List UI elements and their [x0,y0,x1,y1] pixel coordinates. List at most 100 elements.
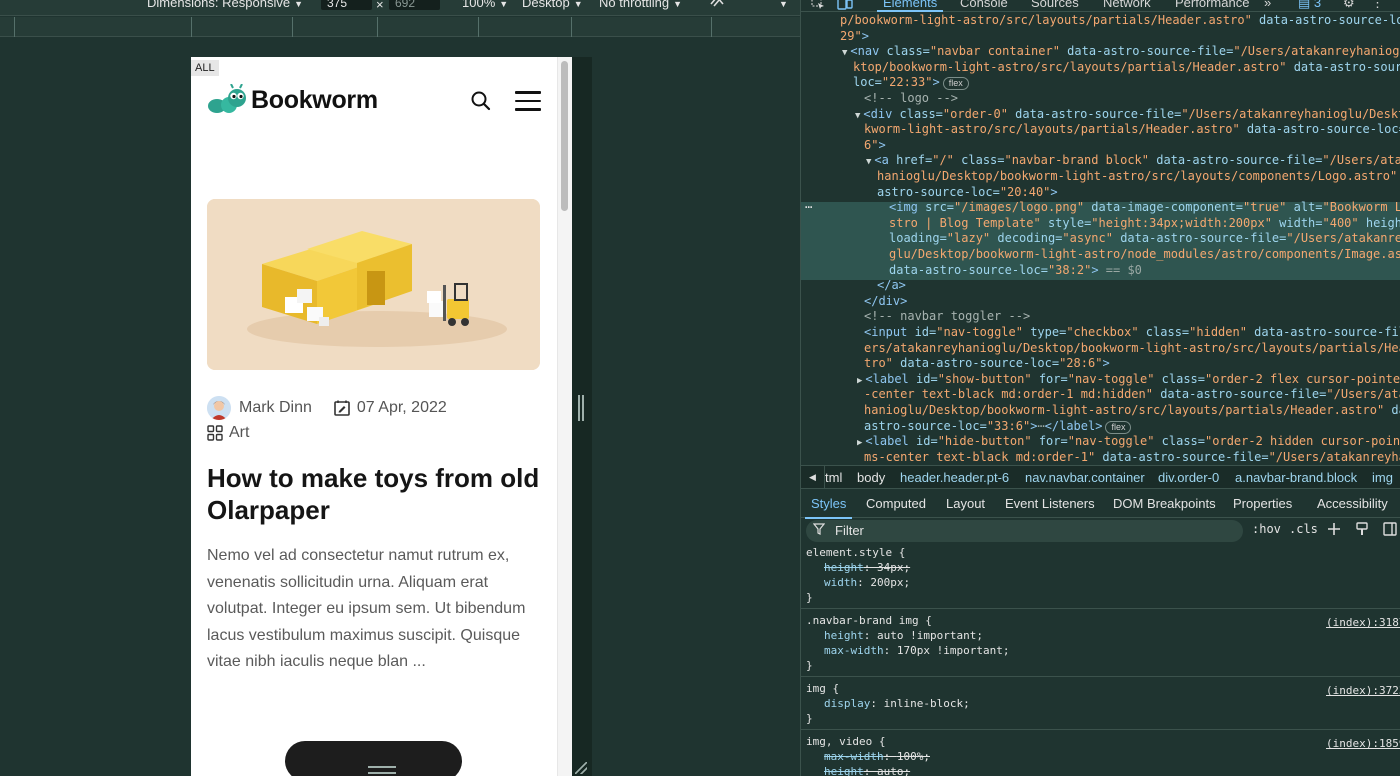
issues-badge[interactable]: ▤ 3 [1298,0,1321,11]
flex-badge[interactable]: flex [1105,420,1132,434]
dom-line[interactable]: astro-source-loc="33:6">⋯</label> flex [864,419,1132,435]
zoom-dropdown[interactable]: 100% ▼ [462,0,508,10]
dom-line[interactable]: glu/Desktop/bookworm-light-astro/node_mo… [889,247,1400,263]
dom-line[interactable]: </a> [877,278,906,294]
css-declaration[interactable]: max-width: 100%; [824,749,930,764]
css-property-name[interactable]: height [824,765,864,776]
dom-line[interactable]: 6"> [864,138,886,154]
dom-line[interactable]: data-astro-source-loc="38:2"> == $0 [889,263,1142,279]
dom-line[interactable]: <img src="/images/logo.png" data-image-c… [889,200,1400,216]
paint-brush-icon[interactable] [1355,522,1369,536]
rule-source-link[interactable]: (index):3723 [1326,683,1400,698]
css-declaration[interactable]: height: 34px; [824,560,910,575]
disclosure-triangle-icon[interactable]: ▶ [857,376,862,386]
post-thumbnail[interactable] [207,199,540,370]
crumb-img[interactable]: img [1372,470,1393,485]
styles-filter-input[interactable]: Filter [806,520,1243,542]
scrollbar-thumb[interactable] [561,61,568,211]
dom-line[interactable]: ms-center text-black md:order-1" data-as… [864,450,1400,465]
rule-source-link[interactable]: (index):3187 [1326,615,1400,630]
flex-badge[interactable]: flex [942,77,969,91]
dom-line[interactable]: tro" data-astro-source-loc="28:6"> [864,356,1110,372]
css-property-name[interactable]: height [824,629,864,642]
css-property-value[interactable]: 170px !important; [897,644,1010,657]
css-property-value[interactable]: auto !important; [877,629,983,642]
css-declaration[interactable]: height: auto; [824,764,910,776]
node-actions-icon[interactable]: ⋯ [805,200,812,216]
sidebar-toggle-icon[interactable] [1383,522,1397,536]
author-name[interactable]: Mark Dinn [239,399,312,417]
crumb-body[interactable]: body [857,470,885,485]
tab-event-listeners[interactable]: Event Listeners [1005,496,1095,511]
class-toggle[interactable]: .cls [1289,522,1318,536]
dom-line[interactable]: kworm-light-astro/src/layouts/partials/H… [864,122,1400,138]
dimensions-dropdown[interactable]: Dimensions: Responsive ▼ [147,0,303,10]
more-options-icon[interactable]: ▼ [775,0,788,10]
crumb-div[interactable]: div.order-0 [1158,470,1219,485]
inspect-element-icon[interactable] [811,0,825,10]
dom-line[interactable]: </div> [864,294,907,310]
post-category[interactable]: Art [229,424,249,442]
tab-layout[interactable]: Layout [946,496,985,511]
rule-source-link[interactable]: (index):1859 [1326,736,1400,751]
tab-dom-breakpoints[interactable]: DOM Breakpoints [1113,496,1216,511]
dom-line[interactable]: p/bookworm-light-astro/src/layouts/parti… [840,13,1400,29]
crumb-html[interactable]: tml [825,470,842,485]
tab-styles[interactable]: Styles [804,496,853,519]
disclosure-triangle-icon[interactable]: ▼ [866,157,871,167]
dom-line[interactable]: astro-source-loc="20:40"> [877,185,1058,201]
site-logo[interactable]: Bookworm [207,84,378,116]
css-property-value[interactable]: 100%; [897,750,930,763]
crumb-a[interactable]: a.navbar-brand.block [1235,470,1357,485]
css-declaration[interactable]: height: auto !important; [824,628,983,643]
tab-performance[interactable]: Performance [1175,0,1249,10]
css-declaration[interactable]: max-width: 170px !important; [824,643,1009,658]
dom-line[interactable]: -center text-black md:order-1 md:hidden"… [864,387,1400,403]
disclosure-triangle-icon[interactable]: ▼ [842,48,847,58]
css-property-value[interactable]: 34px; [877,561,910,574]
rule-selector[interactable]: img { [806,681,839,696]
tab-network[interactable]: Network [1103,0,1151,10]
css-property-name[interactable]: max-width [824,750,884,763]
dom-line[interactable]: stro | Blog Template" style="height:34px… [889,216,1400,232]
hamburger-menu-button[interactable] [515,91,541,111]
tab-accessibility[interactable]: Accessibility [1317,496,1388,511]
dom-line[interactable]: 29"> [840,29,869,45]
css-property-name[interactable]: max-width [824,644,884,657]
dom-line[interactable]: ers/atakanreyhanioglu/Desktop/bookworm-l… [864,341,1400,357]
css-declaration[interactable]: width: 200px; [824,575,910,590]
css-property-name[interactable]: height [824,561,864,574]
css-property-value[interactable]: 200px; [870,576,910,589]
rule-selector[interactable]: element.style { [806,545,905,560]
resize-corner-grip[interactable] [575,762,587,774]
more-tabs-button[interactable]: » [1264,0,1271,10]
search-button[interactable] [470,90,492,112]
dom-line[interactable]: loading="lazy" decoding="async" data-ast… [889,231,1400,247]
tab-sources[interactable]: Sources [1031,0,1079,10]
css-property-value[interactable]: inline-block; [884,697,970,710]
rule-selector[interactable]: img, video { [806,734,885,749]
disclosure-triangle-icon[interactable]: ▼ [855,111,860,121]
settings-gear-icon[interactable]: ⚙ [1343,0,1355,11]
dom-line[interactable]: hanioglu/Desktop/bookworm-light-astro/sr… [864,403,1400,419]
dom-line[interactable]: loc="22:33"> flex [853,75,969,91]
resize-handle-bottom[interactable] [368,766,396,774]
dom-line[interactable]: <!-- navbar toggler --> [864,309,1030,325]
css-declaration[interactable]: display: inline-block; [824,696,970,711]
css-property-name[interactable]: display [824,697,870,710]
rotate-icon[interactable] [708,0,726,11]
tab-computed[interactable]: Computed [866,496,926,511]
tab-properties[interactable]: Properties [1233,496,1292,511]
css-property-name[interactable]: width [824,576,857,589]
dom-tree[interactable]: p/bookworm-light-astro/src/layouts/parti… [801,13,1400,465]
disclosure-triangle-icon[interactable]: ▶ [857,438,862,448]
crumb-header[interactable]: header.header.pt-6 [900,470,1009,485]
viewport-scrollbar[interactable] [557,57,572,776]
chevron-left-icon[interactable]: ◀ [801,466,825,489]
styles-rules-pane[interactable]: element.style {height: 34px; width: 200px… [801,544,1400,776]
post-title[interactable]: How to make toys from old Olarpaper [207,462,547,526]
kebab-menu-icon[interactable]: ⋮ [1371,0,1384,11]
device-toggle-icon[interactable] [837,0,853,10]
tab-console[interactable]: Console [960,0,1008,10]
dom-line[interactable]: <input id="nav-toggle" type="checkbox" c… [864,325,1400,341]
